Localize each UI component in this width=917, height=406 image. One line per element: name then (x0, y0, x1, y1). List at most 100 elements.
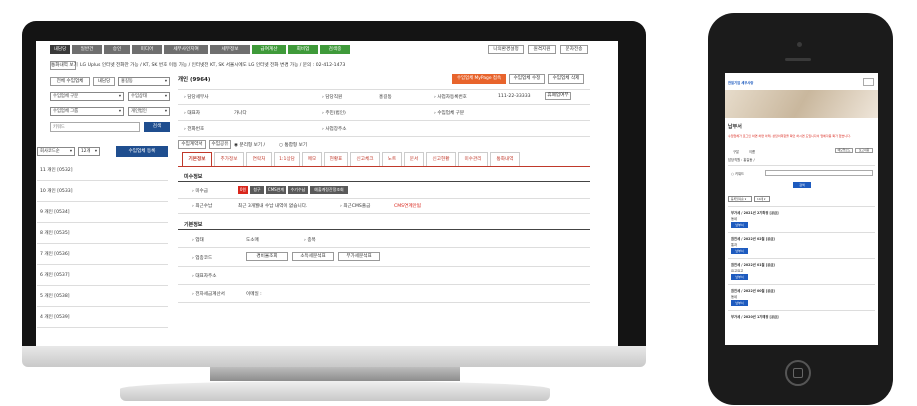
cms-link-button[interactable]: CMS연계 (266, 186, 286, 194)
menu-item[interactable]: 세무정보 (210, 45, 250, 54)
menu-item[interactable]: 급여계산 (252, 45, 286, 54)
menu-item[interactable]: 세무사인지여 (164, 45, 208, 54)
expense-ratio-button[interactable]: 경비율조회 (246, 252, 288, 261)
vat-analysis-button[interactable]: 부가세분석표 (338, 252, 380, 261)
divider (178, 284, 590, 285)
call-history-button[interactable]: 통화내역 보기 (50, 61, 78, 70)
phone-keyword-input[interactable] (765, 170, 873, 176)
divider (178, 247, 590, 248)
entity-select[interactable]: 개인법인 ▾ (128, 107, 170, 116)
group-select[interactable]: 수임업체 그룹 ▾ (50, 107, 124, 116)
menu-item[interactable]: 회비업 (288, 45, 318, 54)
status-select[interactable]: 수임상태 ▾ (128, 92, 170, 101)
recent-cms-label: › 최근CMS출금 (340, 204, 371, 209)
claim-button[interactable]: 청구 (250, 186, 264, 194)
biz-type-label: › 업태 (192, 238, 204, 243)
phone-keyword-label: ○ 키워드 (731, 172, 745, 176)
field-value: 111-22-33333 (498, 94, 531, 99)
menu-item[interactable]: 승인 (104, 45, 130, 54)
recent-receipt-text: 최근 3개월내 수납 내역이 없습니다. (238, 204, 308, 209)
field-value: 가나다 (234, 111, 247, 116)
unpaid-section-title: 미수정보 (184, 174, 203, 180)
tab-report-check[interactable]: 신고체크 (350, 152, 380, 166)
menu-icon[interactable] (863, 78, 874, 86)
phone-count-select[interactable]: 10개 ▾ (754, 196, 770, 202)
list-item[interactable]: 8 개인 [0535] (37, 224, 168, 244)
share-button[interactable]: 수임공유 (209, 140, 231, 149)
radio-merged-view[interactable]: ○ 통합형 보기 (279, 142, 307, 148)
chevron-down-icon: ▾ (164, 109, 167, 114)
menu-item[interactable]: 검색중 (320, 45, 350, 54)
search-button[interactable]: 검색 (144, 122, 170, 132)
menu-item[interactable]: 내담당 (50, 45, 70, 54)
phone-sort-select[interactable]: 등록일자순 ▾ (728, 196, 752, 202)
tab-report-status[interactable]: 신고현황 (426, 152, 456, 166)
sms-button[interactable]: 문자전송 (560, 45, 588, 54)
phone-search-button[interactable]: 검색 (793, 182, 811, 188)
phone-tax-bill-button[interactable]: 납부서 (731, 248, 748, 254)
sort-select[interactable]: 회사코드순 ▾ (37, 147, 75, 156)
tab-notes[interactable]: 노트 (382, 152, 402, 166)
radio-split-view[interactable]: ◉ 분리형 보기 / (234, 142, 265, 148)
closure-check-button[interactable]: 휴폐업여부 (545, 92, 571, 100)
phone-item-title: 부가세 / 2021년 2기확정 [공급] (731, 211, 779, 215)
field-label: › 전화번호 (184, 127, 205, 132)
phone-tax-bill-button[interactable]: 납부서 (731, 222, 748, 228)
contract-button[interactable]: 수임계약서 (178, 140, 206, 149)
menu-item[interactable]: 일반건 (72, 45, 102, 54)
all-companies-button[interactable]: 전체 수임업체 (50, 77, 90, 86)
group-select-value: 수임업체 그룹 (53, 109, 79, 114)
income-tax-analysis-button[interactable]: 소득세분석표 (292, 252, 334, 261)
my-owner-button[interactable]: 내담당 (93, 77, 115, 86)
phone-col-name: 이름 (749, 150, 756, 154)
phone-count-value: 10개 (757, 197, 764, 201)
manual-receipt-button[interactable]: 수기수납 (288, 186, 308, 194)
count-select[interactable]: 12개 ▾ (78, 147, 100, 156)
tab-status[interactable]: 현황표 (324, 152, 348, 166)
list-item[interactable]: 9 개인 [0534] (37, 203, 168, 223)
register-company-button[interactable]: 수임업체 등록 (116, 146, 168, 157)
edit-company-button[interactable]: 수임업체 수정 (509, 74, 545, 84)
owner-select[interactable]: 홍길동 ▾ (118, 77, 170, 86)
phone-upload-button[interactable]: 메모업로드 (835, 148, 853, 153)
recent-cms-text: CMS연계안됨 (394, 204, 421, 209)
phone-tax-bill-button[interactable]: 납부서 (731, 300, 748, 306)
menu-item[interactable]: 미디어 (132, 45, 162, 54)
tab-memo[interactable]: 메모 (302, 152, 322, 166)
unpaid-amount-badge: 0원 (238, 186, 248, 194)
phone-page-title: 납부서 (728, 124, 742, 130)
tab-extra-info[interactable]: 추가정보 (214, 152, 244, 166)
tab-contacts[interactable]: 연락처 (246, 152, 272, 166)
list-item[interactable]: 5 개인 [0538] (37, 287, 168, 307)
phone-report-button[interactable]: 보고내용 (855, 148, 873, 153)
delete-company-button[interactable]: 수임업체 삭제 (548, 74, 584, 84)
monitor-stand (210, 367, 460, 381)
chevron-down-icon: ▾ (164, 94, 167, 99)
biz-type-value: 도소매 (246, 238, 259, 243)
chevron-down-icon: ▾ (744, 197, 747, 201)
tab-basic-info[interactable]: 기본정보 (182, 152, 212, 166)
divider (178, 213, 590, 214)
list-item[interactable]: 7 개인 [0536] (37, 245, 168, 265)
tab-documents[interactable]: 문서 (404, 152, 424, 166)
keyword-input[interactable] (50, 122, 140, 132)
type-select[interactable]: 수임업체 구분 ▾ (50, 92, 124, 101)
divider (178, 89, 590, 90)
phone-tax-bill-button[interactable]: 납부서 (731, 274, 748, 280)
phone-item-title: 원천세 / 2022년 02월 [공급] (731, 237, 775, 241)
balance-lookup-button[interactable]: 예출계정잔정조회 (310, 186, 348, 194)
list-item[interactable]: 4 개인 [0539] (37, 308, 168, 328)
tab-consult[interactable]: 1:1상담 (274, 152, 300, 166)
tab-call-history[interactable]: 통화내역 (490, 152, 520, 166)
field-label: › 사업자등록번호 (434, 95, 467, 100)
tab-unpaid[interactable]: 미수관리 (458, 152, 488, 166)
phone-camera (797, 42, 802, 47)
list-item[interactable]: 10 개인 [0533] (37, 182, 168, 202)
list-item[interactable]: 6 개인 [0537] (37, 266, 168, 286)
chevron-down-icon: ▾ (164, 79, 167, 84)
mypage-button[interactable]: 수임업체 MyPage 접속 (452, 74, 506, 84)
settings-button[interactable]: 나의환경설정 (488, 45, 524, 54)
remote-support-button[interactable]: 원격지원 (528, 45, 556, 54)
list-item[interactable]: 11 개인 [0532] (37, 161, 168, 181)
divider (178, 136, 590, 137)
